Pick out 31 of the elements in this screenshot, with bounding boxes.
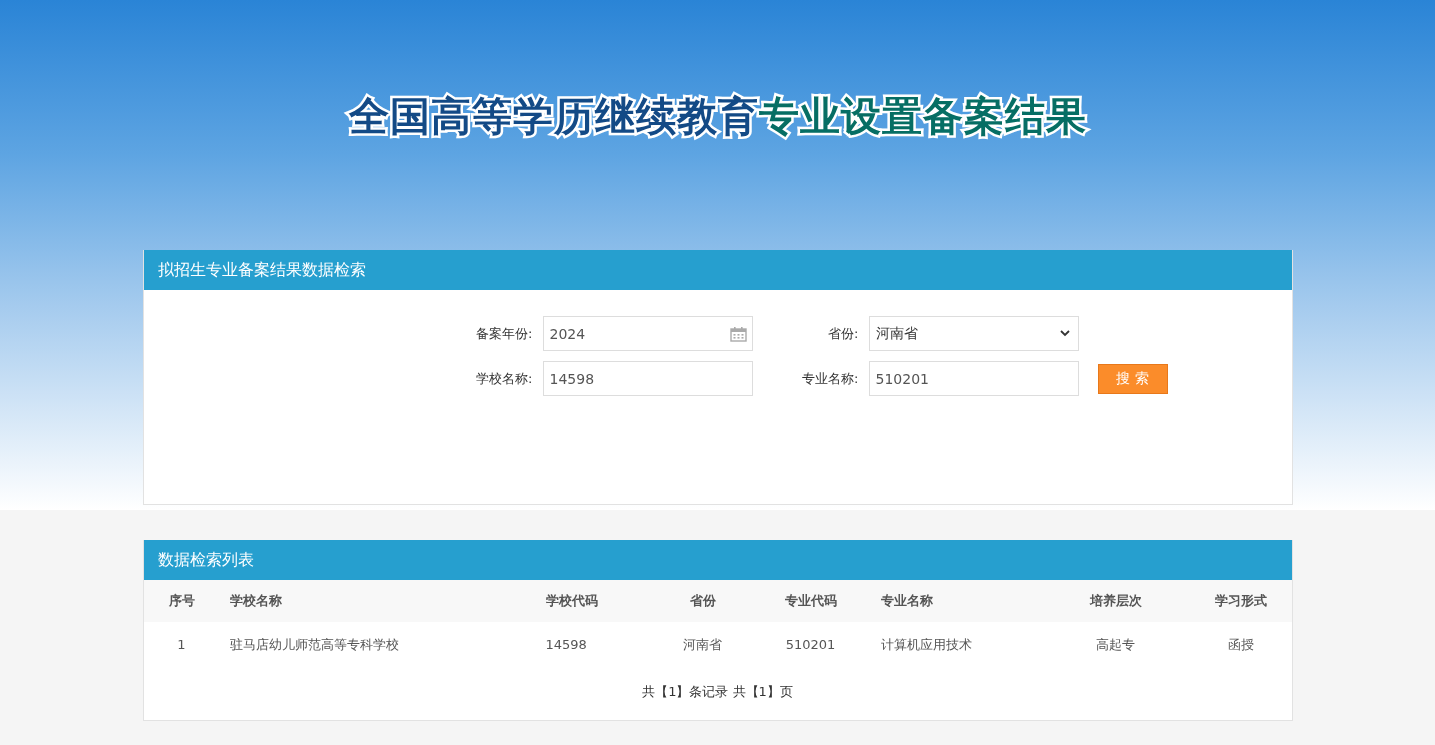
field-label: 备案年份: — [476, 324, 533, 343]
column-header: 培养层次 — [1089, 592, 1142, 610]
text-field[interactable]: 510201 — [868, 361, 1079, 396]
province-select[interactable]: 河南省 — [868, 316, 1079, 351]
pagination-text: 共【1】条记录 共【1】页 — [642, 684, 793, 699]
calendar-icon[interactable] — [729, 325, 747, 342]
table-cell: 高起专 — [1096, 635, 1135, 654]
text-field[interactable]: 14598 — [542, 361, 753, 396]
table-cell-text: 驻马店幼儿师范高等专科学校 — [228, 635, 399, 654]
panel-title: 拟招生专业备案结果数据检索 — [143, 250, 1292, 290]
table-cell: 1 — [177, 637, 186, 652]
field-label: 学校名称: — [476, 369, 533, 388]
table-cell-text: 计算机应用技术 — [879, 635, 972, 654]
field-label: 专业名称: — [802, 369, 859, 388]
banner-title: 全国高等学历继续教育 — [348, 93, 759, 139]
table-cell: 河南省 — [683, 635, 722, 654]
panel-title: 数据检索列表 — [143, 540, 1292, 580]
column-header: 省份 — [689, 592, 716, 610]
column-header: 学校名称 — [228, 592, 282, 610]
date-field[interactable]: 2024 — [542, 316, 753, 351]
field-label: 省份: — [828, 324, 859, 343]
table-cell: 函授 — [1227, 635, 1254, 654]
table-cell-text: 14598 — [544, 637, 587, 652]
column-header: 专业名称 — [879, 592, 933, 610]
banner-title-highlight: 专业设置备案结果 — [758, 93, 1087, 139]
chevron-down-icon — [1059, 330, 1070, 337]
column-header: 专业代码 — [784, 592, 837, 610]
column-header: 学校代码 — [544, 592, 598, 610]
table-cell: 510201 — [785, 637, 836, 652]
column-header: 序号 — [168, 592, 195, 610]
column-header: 学习形式 — [1214, 592, 1267, 610]
